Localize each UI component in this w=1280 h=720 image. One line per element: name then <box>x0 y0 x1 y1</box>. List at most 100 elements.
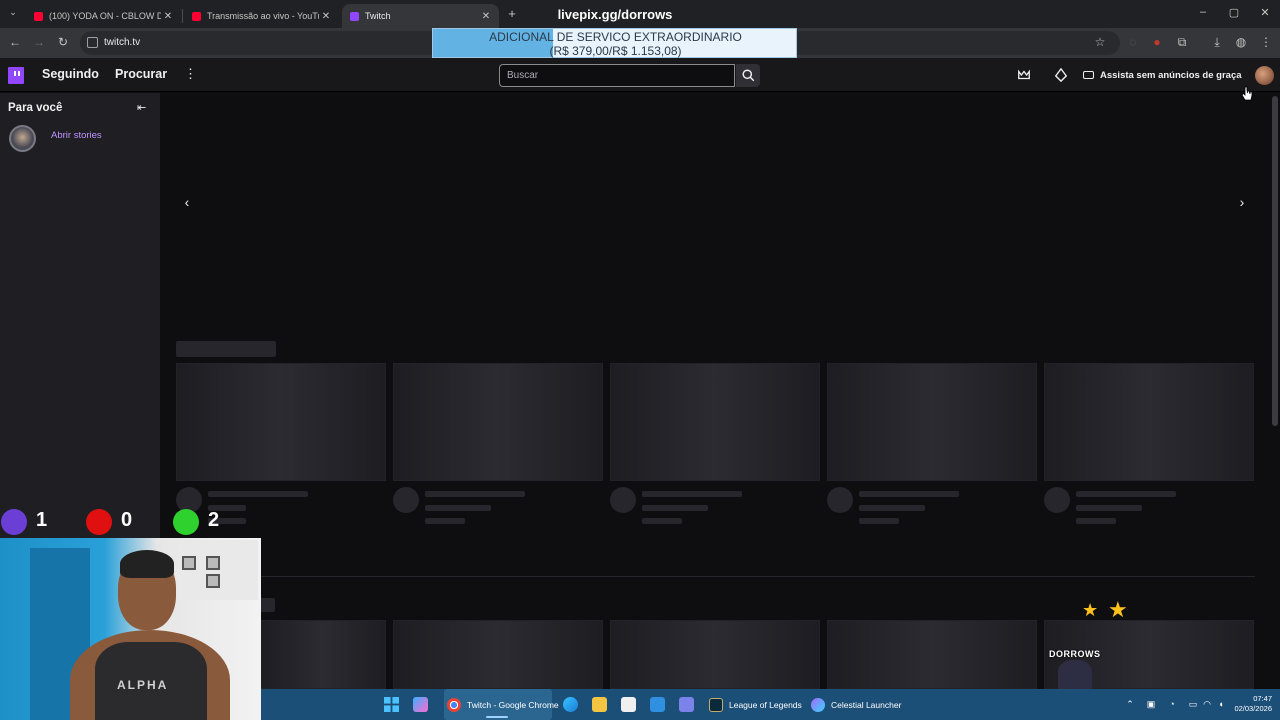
search-button[interactable] <box>736 64 760 87</box>
browser-tab-twitch[interactable]: Twitch ✕ <box>342 4 499 28</box>
close-tab-icon[interactable]: ✕ <box>479 11 493 22</box>
youtube-favicon-icon <box>192 11 201 21</box>
sidebar-title: Para você <box>8 102 63 114</box>
back-icon[interactable]: ← <box>7 35 23 49</box>
extensions-puzzle-icon[interactable]: ⧉ <box>1174 35 1190 50</box>
site-info-icon[interactable] <box>87 37 98 48</box>
drops-bits-icon[interactable] <box>1054 68 1068 82</box>
stream-card-skeleton[interactable] <box>393 620 603 689</box>
copilot-icon[interactable] <box>413 697 428 712</box>
maximize-icon[interactable]: ▢ <box>1224 6 1244 19</box>
more-options-icon[interactable]: ⋮ <box>184 66 197 82</box>
purple-counter-value: 1 <box>36 509 48 531</box>
clock-time: 07:47 <box>1253 694 1272 703</box>
close-window-icon[interactable]: ✕ <box>1255 6 1275 19</box>
text-skeleton <box>642 518 682 524</box>
search-box <box>499 64 735 87</box>
text-skeleton <box>859 518 899 524</box>
streamer-hair <box>120 550 174 578</box>
ads-free-label: Assista sem anúncios de graça <box>1100 69 1242 81</box>
forward-icon[interactable]: → <box>31 35 47 49</box>
page-scrollbar[interactable] <box>1272 96 1278 426</box>
tray-overflow-icon[interactable]: ⌃ <box>1124 699 1136 710</box>
collapse-sidebar-icon[interactable]: ⇤ <box>137 101 146 114</box>
mail-icon[interactable] <box>650 697 665 712</box>
text-skeleton <box>859 491 959 497</box>
download-icon[interactable]: ⤓ <box>1209 35 1225 50</box>
edge-icon[interactable] <box>563 697 578 712</box>
file-explorer-icon[interactable] <box>592 697 607 712</box>
stream-card-skeleton[interactable] <box>610 620 820 689</box>
volume-icon[interactable]: ◖ <box>1215 699 1227 709</box>
wifi-icon[interactable]: ◠ <box>1201 699 1213 710</box>
stream-card-skeleton[interactable] <box>176 363 386 481</box>
twitch-top-nav: Seguindo Procurar ⋮ Assista sem anúncios… <box>0 58 1280 92</box>
chrome-icon <box>447 697 461 712</box>
webcam-shelf <box>178 540 258 600</box>
prime-crown-icon[interactable] <box>1017 68 1031 82</box>
stream-card-skeleton[interactable] <box>827 363 1037 481</box>
stream-card-skeleton[interactable] <box>393 363 603 481</box>
taskbar-lol-label: League of Legends <box>729 699 802 710</box>
extension-red-icon[interactable]: ● <box>1149 35 1165 49</box>
league-of-legends-icon <box>709 697 723 712</box>
star-icon: ★ <box>1108 597 1128 622</box>
tray-display-icon[interactable]: ▭ <box>1187 699 1199 710</box>
stream-card-skeleton[interactable] <box>260 620 386 689</box>
nav-browse-link[interactable]: Procurar <box>115 67 167 81</box>
taskbar-celestial-button[interactable]: Celestial Launcher <box>811 689 901 720</box>
taskbar-lol-button[interactable]: League of Legends <box>709 689 802 720</box>
active-indicator <box>486 716 508 718</box>
text-skeleton <box>208 491 308 497</box>
bookmark-star-icon[interactable]: ☆ <box>1092 35 1108 49</box>
extension-shield-icon[interactable]: ◌ <box>1125 35 1141 49</box>
scroll-up-arrow-icon[interactable] <box>1272 95 1278 98</box>
section-divider <box>175 576 1255 577</box>
mascot-label: DORROWS <box>1049 649 1101 659</box>
search-input[interactable] <box>500 65 734 86</box>
tab-search-button[interactable]: ⌄ <box>6 7 20 21</box>
hand-cursor-icon <box>1241 86 1253 101</box>
stream-card-skeleton[interactable] <box>1044 363 1254 481</box>
browser-tab-youtube-live[interactable]: Transmissão ao vivo - YouTube ✕ <box>184 4 339 28</box>
browser-tab-youtube-yoda[interactable]: (100) YODA ON - CBLOW DIA 1 ✕ <box>26 4 181 28</box>
red-counter-value: 0 <box>121 509 133 531</box>
stories-avatar[interactable] <box>9 125 36 152</box>
minimize-icon[interactable]: – <box>1193 6 1213 18</box>
tab-title: (100) YODA ON - CBLOW DIA 1 <box>49 11 161 21</box>
text-skeleton <box>642 505 708 511</box>
goal-progress-banner: ADICIONAL DE SERVICO EXTRAORDINARIO (R$ … <box>432 28 797 58</box>
text-skeleton <box>425 505 491 511</box>
green-counter-dot <box>173 509 199 535</box>
search-icon <box>741 69 754 82</box>
tray-app-icon[interactable]: ▣ <box>1145 699 1157 710</box>
reload-icon[interactable]: ↻ <box>55 35 71 49</box>
close-tab-icon[interactable]: ✕ <box>319 11 333 22</box>
text-skeleton <box>1076 505 1142 511</box>
carousel-prev-icon[interactable]: ‹ <box>180 194 194 210</box>
stream-card-skeleton[interactable] <box>610 363 820 481</box>
star-icon: ★ <box>1082 600 1099 620</box>
profile-icon[interactable]: ◍ <box>1233 35 1249 49</box>
windows-start-icon[interactable] <box>384 697 399 712</box>
open-stories-link[interactable]: Abrir stories <box>51 130 102 141</box>
ads-free-button[interactable]: Assista sem anúncios de graça <box>1083 66 1242 84</box>
picture-frame <box>182 556 196 570</box>
teams-icon[interactable] <box>679 697 694 712</box>
channel-avatar-skeleton <box>610 487 636 513</box>
carousel-next-icon[interactable]: › <box>1235 194 1249 210</box>
picture-frame <box>206 574 220 588</box>
nav-following-link[interactable]: Seguindo <box>42 67 99 81</box>
twitch-favicon-icon <box>350 11 359 21</box>
close-tab-icon[interactable]: ✕ <box>161 11 175 22</box>
chrome-menu-icon[interactable]: ⋮ <box>1258 35 1274 49</box>
store-icon[interactable] <box>621 697 636 712</box>
tray-network-icon[interactable]: ◔ <box>1166 699 1178 709</box>
tray-clock[interactable]: 07:47 02/03/2026 <box>1228 694 1272 714</box>
user-avatar[interactable] <box>1255 66 1274 85</box>
twitch-logo-icon[interactable] <box>8 67 24 84</box>
stream-card-skeleton[interactable] <box>827 620 1037 689</box>
purple-counter-dot <box>1 509 27 535</box>
section-title-skeleton <box>176 341 276 357</box>
channel-avatar-skeleton <box>1044 487 1070 513</box>
